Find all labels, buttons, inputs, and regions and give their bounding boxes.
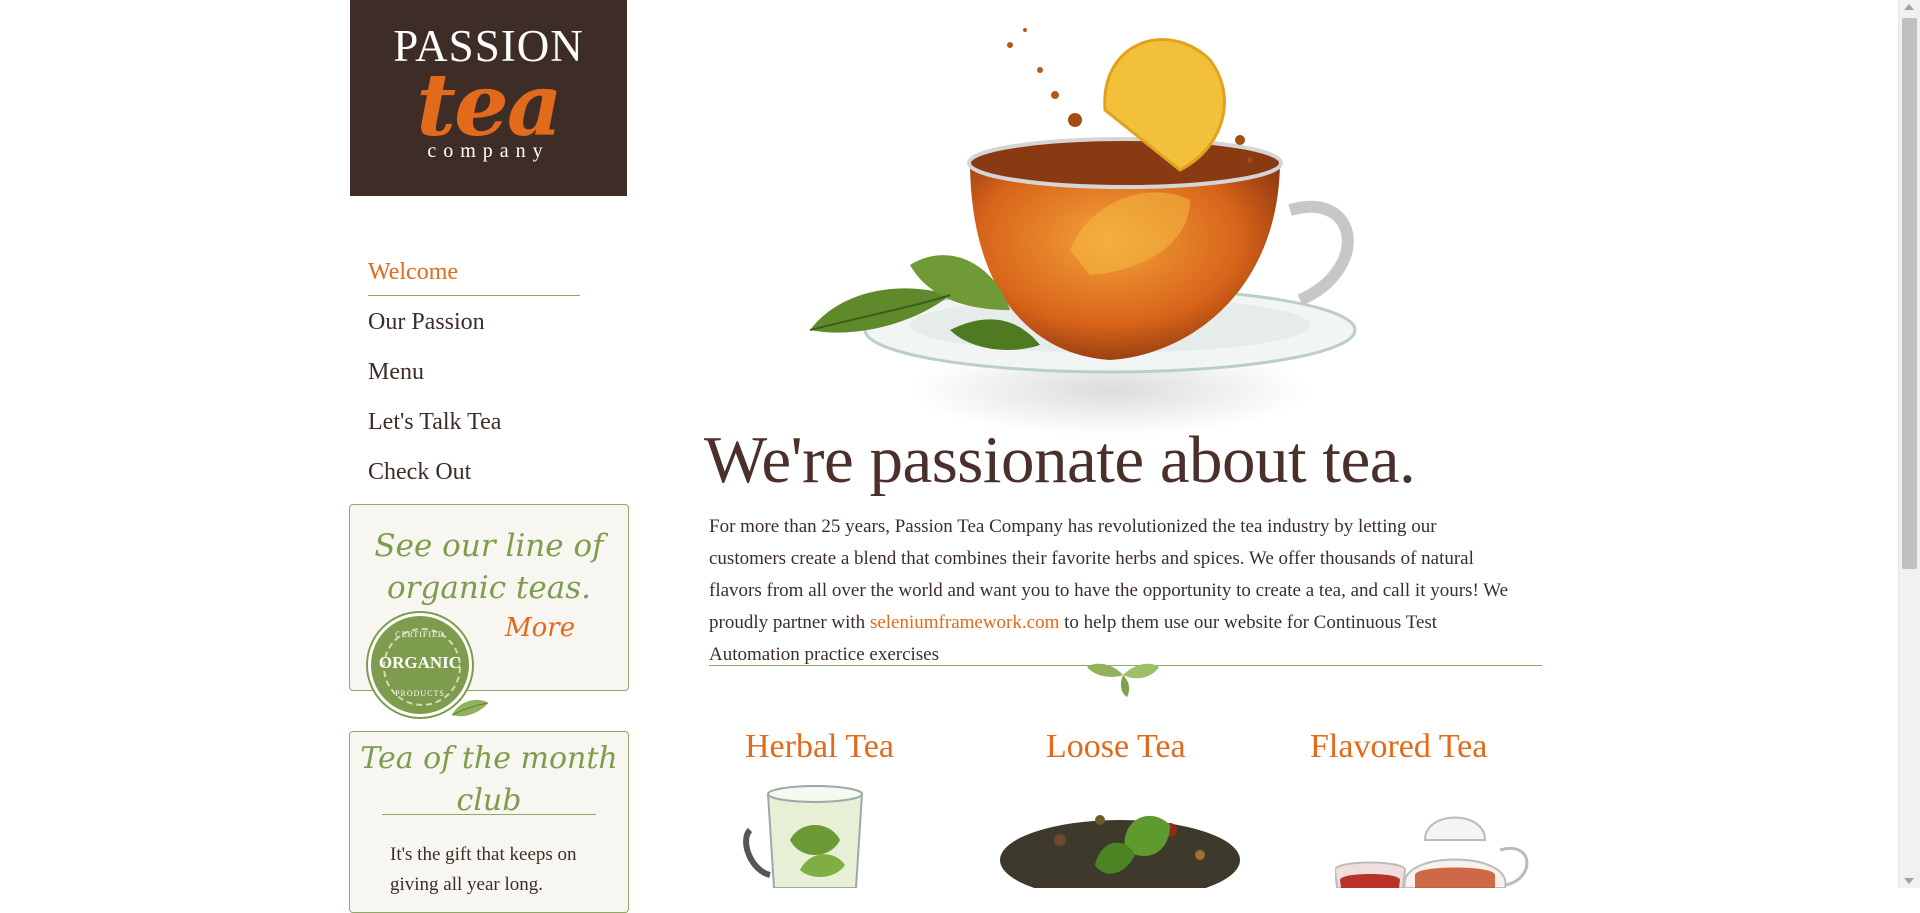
club-divider xyxy=(382,814,596,815)
nav-item-menu[interactable]: Menu xyxy=(368,352,580,402)
product-herbal-tea[interactable]: Herbal Tea xyxy=(745,728,894,766)
teacup-hero-image xyxy=(809,28,1357,435)
nav-item-our-passion[interactable]: Our Passion xyxy=(368,302,580,352)
flavored-tea-image[interactable] xyxy=(1335,780,1535,888)
scroll-down-arrow-icon[interactable] xyxy=(1904,878,1914,884)
badge-top-text: CERTIFIED xyxy=(395,630,445,639)
organic-promo-headline: See our line of organic teas. xyxy=(374,528,604,606)
leaf-divider-icon xyxy=(1087,663,1159,697)
badge-word-text: ORGANIC xyxy=(378,653,462,672)
scroll-up-arrow-icon[interactable] xyxy=(1904,4,1914,10)
club-promo-body: It's the gift that keeps on giving all y… xyxy=(390,844,577,895)
herbal-tea-image[interactable] xyxy=(740,780,890,888)
loose-tea-image[interactable] xyxy=(1000,780,1240,888)
club-promo-headline: Tea of the month club xyxy=(360,741,618,818)
nav-item-lets-talk-tea[interactable]: Let's Talk Tea xyxy=(368,402,580,452)
product-loose-tea[interactable]: Loose Tea xyxy=(1046,728,1186,766)
organic-more-link[interactable]: More xyxy=(505,613,575,643)
nav-item-check-out[interactable]: Check Out xyxy=(368,452,580,502)
partner-link[interactable]: seleniumframework.com xyxy=(870,612,1059,633)
page-heading: We're passionate about tea. xyxy=(704,423,1416,497)
intro-paragraph: For more than 25 years, Passion Tea Comp… xyxy=(709,511,1509,671)
main-nav: Welcome Our Passion Menu Let's Talk Tea … xyxy=(368,252,580,502)
leaf-icon xyxy=(451,699,489,717)
product-flavored-tea[interactable]: Flavored Tea xyxy=(1310,728,1487,766)
tea-club-promo[interactable]: Tea of the month club It's the gift that… xyxy=(349,731,629,913)
nav-divider xyxy=(368,295,580,296)
site-logo[interactable]: PASSION tea company xyxy=(350,0,627,196)
scrollbar-thumb[interactable] xyxy=(1902,18,1917,569)
logo-company-text: company xyxy=(427,140,550,162)
organic-teas-promo[interactable]: See our line of organic teas. More CERTI… xyxy=(349,504,629,717)
page-scrollbar[interactable] xyxy=(1898,0,1920,888)
